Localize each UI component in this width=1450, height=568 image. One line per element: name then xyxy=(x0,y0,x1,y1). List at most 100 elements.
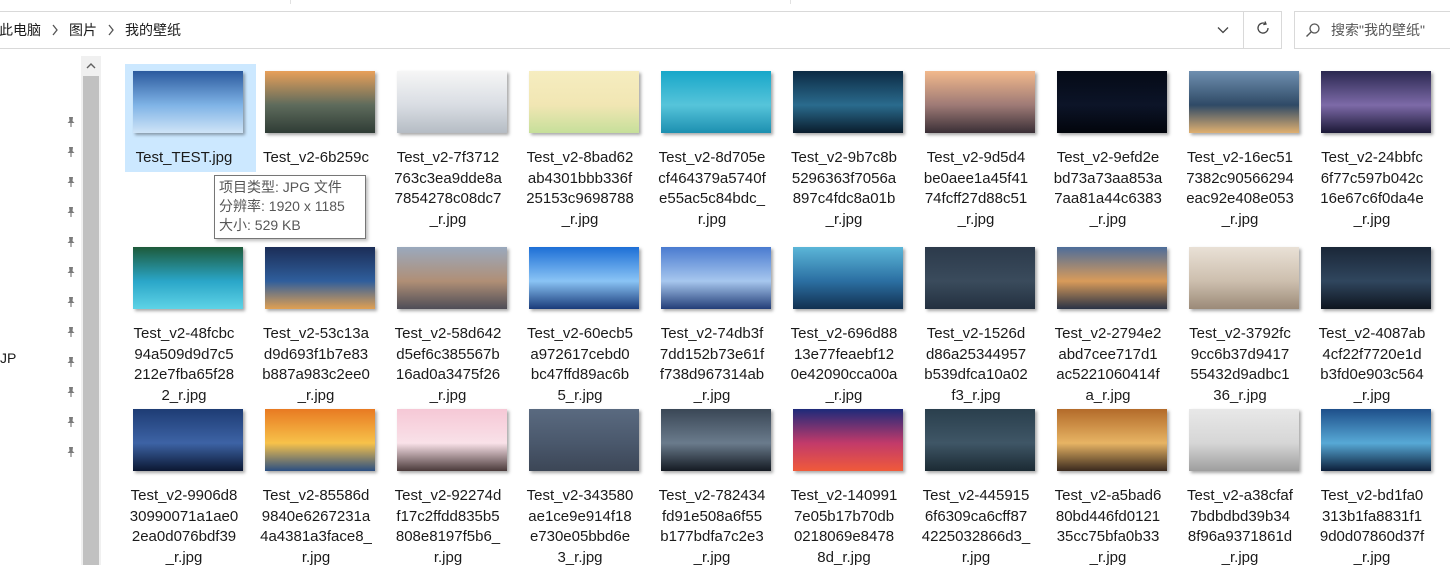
file-name: Test_v2-a5bad680bd446fd012135cc75bfa0b33… xyxy=(1042,486,1174,568)
file-item[interactable]: Test_v2-53c13ad9d693f1b7e83b887a983c2ee0… xyxy=(250,236,382,400)
file-item[interactable]: Test_v2-696d8813e77feaebf120e42090cca00a… xyxy=(778,236,910,400)
file-name-line: 9840e6267231a xyxy=(250,507,382,528)
file-name: Test_v2-8bad62ab4301bbb336f25153c9698788… xyxy=(514,148,646,230)
file-item[interactable]: Test_v2-a5bad680bd446fd012135cc75bfa0b33… xyxy=(1042,398,1174,562)
file-name-line: Test_v2-74db3f xyxy=(646,324,778,345)
file-name-line: 7854278c08dc7 xyxy=(382,189,514,210)
file-item[interactable]: Test_v2-60ecb5a972617cebd0bc47ffd89ac6b5… xyxy=(514,236,646,400)
file-name-line: 30990071a1ae0 xyxy=(118,507,250,528)
file-name: Test_v2-4459156f6309ca6cff874225032866d3… xyxy=(910,486,1042,568)
file-name-line: 16ad0a3475f26 xyxy=(382,365,514,386)
pin-icon[interactable] xyxy=(63,444,79,460)
address-history-button[interactable] xyxy=(1204,12,1242,48)
file-item[interactable]: Test_v2-1409917e05b17b70db0218069e84788d… xyxy=(778,398,910,562)
file-name-line: Test_v2-a38cfaf xyxy=(1174,486,1306,507)
file-name-line: _r.jpg xyxy=(1174,210,1306,231)
file-thumbnail xyxy=(133,247,243,309)
file-thumbnail xyxy=(529,71,639,133)
file-thumbnail xyxy=(1321,71,1431,133)
navigation-scrollbar[interactable] xyxy=(81,56,101,565)
file-item[interactable]: Test_v2-9b7c8b5296363f7056a897c4fdc8a01b… xyxy=(778,64,910,228)
file-item[interactable]: Test_v2-bd1fa0313b1fa8831f19d0d07860d37f… xyxy=(1306,398,1438,562)
file-item[interactable]: Test_v2-9906d830990071a1ae02ea0d076bdf39… xyxy=(118,398,250,562)
file-item[interactable]: Test_v2-9d5d4be0aee1a45f4174fcff27d88c51… xyxy=(910,64,1042,228)
file-item[interactable]: Test_v2-8d705ecf464379a5740fe55ac5c84bdc… xyxy=(646,64,778,228)
chevron-right-icon[interactable] xyxy=(47,24,63,36)
file-name-line: b539dfca10a02 xyxy=(910,365,1042,386)
file-thumbnail xyxy=(661,71,771,133)
file-thumbnail xyxy=(397,409,507,471)
nav-item-label[interactable]: JP xyxy=(0,350,16,366)
file-item[interactable]: Test_v2-1526dd86a25344957b539dfca10a02f3… xyxy=(910,236,1042,400)
file-item[interactable]: Test_v2-3792fc9cc6b37d941755432d9adbc136… xyxy=(1174,236,1306,400)
pin-icon[interactable] xyxy=(63,324,79,340)
file-item[interactable]: Test_v2-4087ab4cf22f7720e1db3fd0e903c564… xyxy=(1306,236,1438,400)
pin-icon[interactable] xyxy=(63,234,79,250)
breadcrumb-item-my-wallpapers[interactable]: 我的壁纸 xyxy=(119,20,187,40)
file-item[interactable]: Test_v2-48fcbc94a509d9d7c5212e7fba65f282… xyxy=(118,236,250,400)
file-item[interactable]: Test_v2-7f3712763c3ea9dde8a7854278c08dc7… xyxy=(382,64,514,228)
chevron-right-icon[interactable] xyxy=(103,24,119,36)
file-item[interactable]: Test_v2-2794e2abd7cee717d1ac5221060414fa… xyxy=(1042,236,1174,400)
file-thumbnail xyxy=(793,409,903,471)
file-item[interactable]: Test_v2-782434fd91e508a6f55b177bdfa7c2e3… xyxy=(646,398,778,562)
file-name: Test_v2-58d642d5ef6c385567b16ad0a3475f26… xyxy=(382,324,514,406)
file-name: Test_v2-60ecb5a972617cebd0bc47ffd89ac6b5… xyxy=(514,324,646,406)
file-thumbnail xyxy=(793,247,903,309)
file-thumbnail xyxy=(661,247,771,309)
file-name-line: b177bdfa7c2e3 xyxy=(646,527,778,548)
refresh-button[interactable] xyxy=(1243,12,1282,48)
file-item[interactable]: Test_TEST.jpg xyxy=(125,64,256,172)
file-name-line: Test_v2-8bad62 xyxy=(514,148,646,169)
tab-divider xyxy=(290,0,791,4)
pin-icon[interactable] xyxy=(63,414,79,430)
file-item[interactable]: Test_v2-58d642d5ef6c385567b16ad0a3475f26… xyxy=(382,236,514,400)
search-box[interactable]: 搜索"我的壁纸" xyxy=(1294,11,1450,49)
file-thumbnail xyxy=(1057,409,1167,471)
scrollbar-thumb[interactable] xyxy=(83,76,99,565)
file-name: Test_v2-74db3f7dd152b73e61ff738d967314ab… xyxy=(646,324,778,406)
file-name-line: d5ef6c385567b xyxy=(382,345,514,366)
pin-icon[interactable] xyxy=(63,174,79,190)
pin-icon[interactable] xyxy=(63,384,79,400)
pin-icon[interactable] xyxy=(63,294,79,310)
file-name-line: Test_v2-16ec51 xyxy=(1174,148,1306,169)
breadcrumb-item-this-pc[interactable]: 此电脑 xyxy=(0,20,47,40)
file-name-line: 35cc75bfa0b33 xyxy=(1042,527,1174,548)
file-name-line: bd73a73aa853a xyxy=(1042,169,1174,190)
file-item[interactable]: Test_v2-92274df17c2ffdd835b5808e8197f5b6… xyxy=(382,398,514,562)
pin-icon[interactable] xyxy=(63,204,79,220)
file-name: Test_v2-53c13ad9d693f1b7e83b887a983c2ee0… xyxy=(250,324,382,406)
file-item[interactable]: Test_v2-16ec517382c90566294eac92e408e053… xyxy=(1174,64,1306,228)
file-name-line: cf464379a5740f xyxy=(646,169,778,190)
file-name: Test_v2-16ec517382c90566294eac92e408e053… xyxy=(1174,148,1306,230)
address-bar[interactable]: 此电脑 图片 我的壁纸 xyxy=(0,11,1282,49)
file-name-line: Test_v2-140991 xyxy=(778,486,910,507)
file-name-line: Test_v2-1526d xyxy=(910,324,1042,345)
file-item[interactable]: Test_v2-8bad62ab4301bbb336f25153c9698788… xyxy=(514,64,646,228)
file-name: Test_v2-85586d9840e6267231a4a4381a3face8… xyxy=(250,486,382,568)
pin-icon[interactable] xyxy=(63,114,79,130)
file-name: Test_v2-8d705ecf464379a5740fe55ac5c84bdc… xyxy=(646,148,778,230)
file-item[interactable]: Test_v2-85586d9840e6267231a4a4381a3face8… xyxy=(250,398,382,562)
pin-icon[interactable] xyxy=(63,264,79,280)
file-item[interactable]: Test_v2-343580ae1ce9e914f18e730e05bbd6e3… xyxy=(514,398,646,562)
file-name-line: 25153c9698788 xyxy=(514,189,646,210)
file-name: Test_v2-48fcbc94a509d9d7c5212e7fba65f282… xyxy=(118,324,250,406)
breadcrumb-item-pictures[interactable]: 图片 xyxy=(63,20,103,40)
file-name-line: 55432d9adbc1 xyxy=(1174,365,1306,386)
file-item[interactable]: Test_v2-9efd2ebd73a73aa853a7aa81a44c6383… xyxy=(1042,64,1174,228)
file-item[interactable]: Test_v2-24bbfc6f77c597b042c16e67c6f0da4e… xyxy=(1306,64,1438,228)
file-item[interactable]: Test_v2-4459156f6309ca6cff874225032866d3… xyxy=(910,398,1042,562)
pin-icon[interactable] xyxy=(63,354,79,370)
file-name-line: abd7cee717d1 xyxy=(1042,345,1174,366)
file-name-line: 16e67c6f0da4e xyxy=(1306,189,1438,210)
file-name: Test_v2-782434fd91e508a6f55b177bdfa7c2e3… xyxy=(646,486,778,568)
scroll-up-arrow-icon[interactable] xyxy=(81,56,101,76)
file-name-line: 763c3ea9dde8a xyxy=(382,169,514,190)
file-name-line: Test_v2-8d705e xyxy=(646,148,778,169)
file-item[interactable]: Test_v2-a38cfaf7bdbdbd39b348f96a9371861d… xyxy=(1174,398,1306,562)
file-item[interactable]: Test_v2-74db3f7dd152b73e61ff738d967314ab… xyxy=(646,236,778,400)
pin-icon[interactable] xyxy=(63,144,79,160)
file-grid: Test_TEST.jpgTest_v2-6b259c…_rTest_v2-7f… xyxy=(118,64,1450,565)
